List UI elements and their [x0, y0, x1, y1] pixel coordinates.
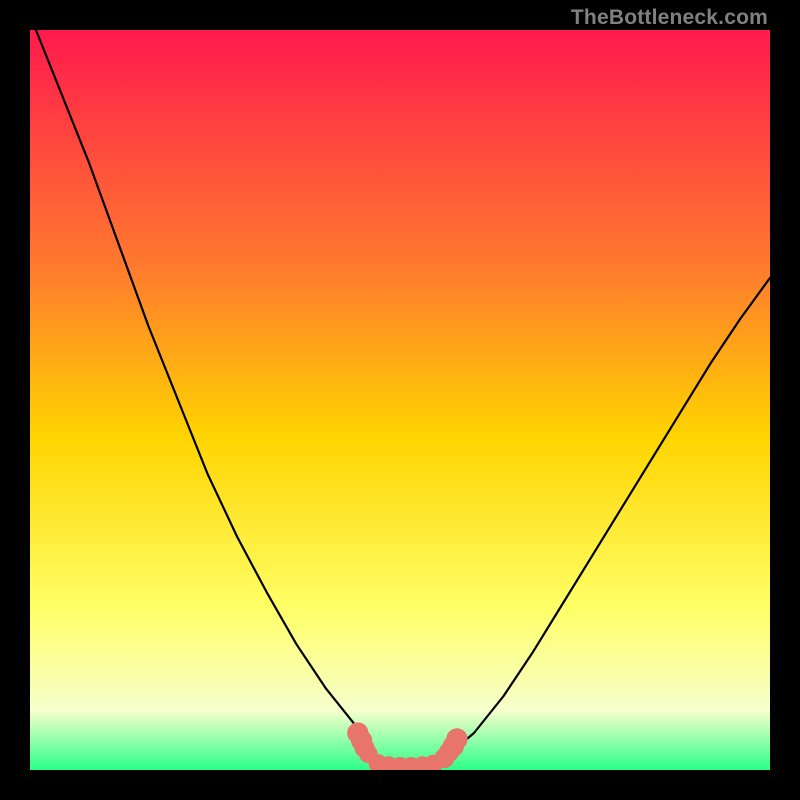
bottleneck-chart: [30, 30, 770, 770]
attribution-text: TheBottleneck.com: [571, 6, 768, 30]
gradient-background: [30, 30, 770, 770]
outer-frame: TheBottleneck.com: [0, 0, 800, 800]
plot-area: [30, 30, 770, 770]
valley-marker: [446, 728, 467, 749]
